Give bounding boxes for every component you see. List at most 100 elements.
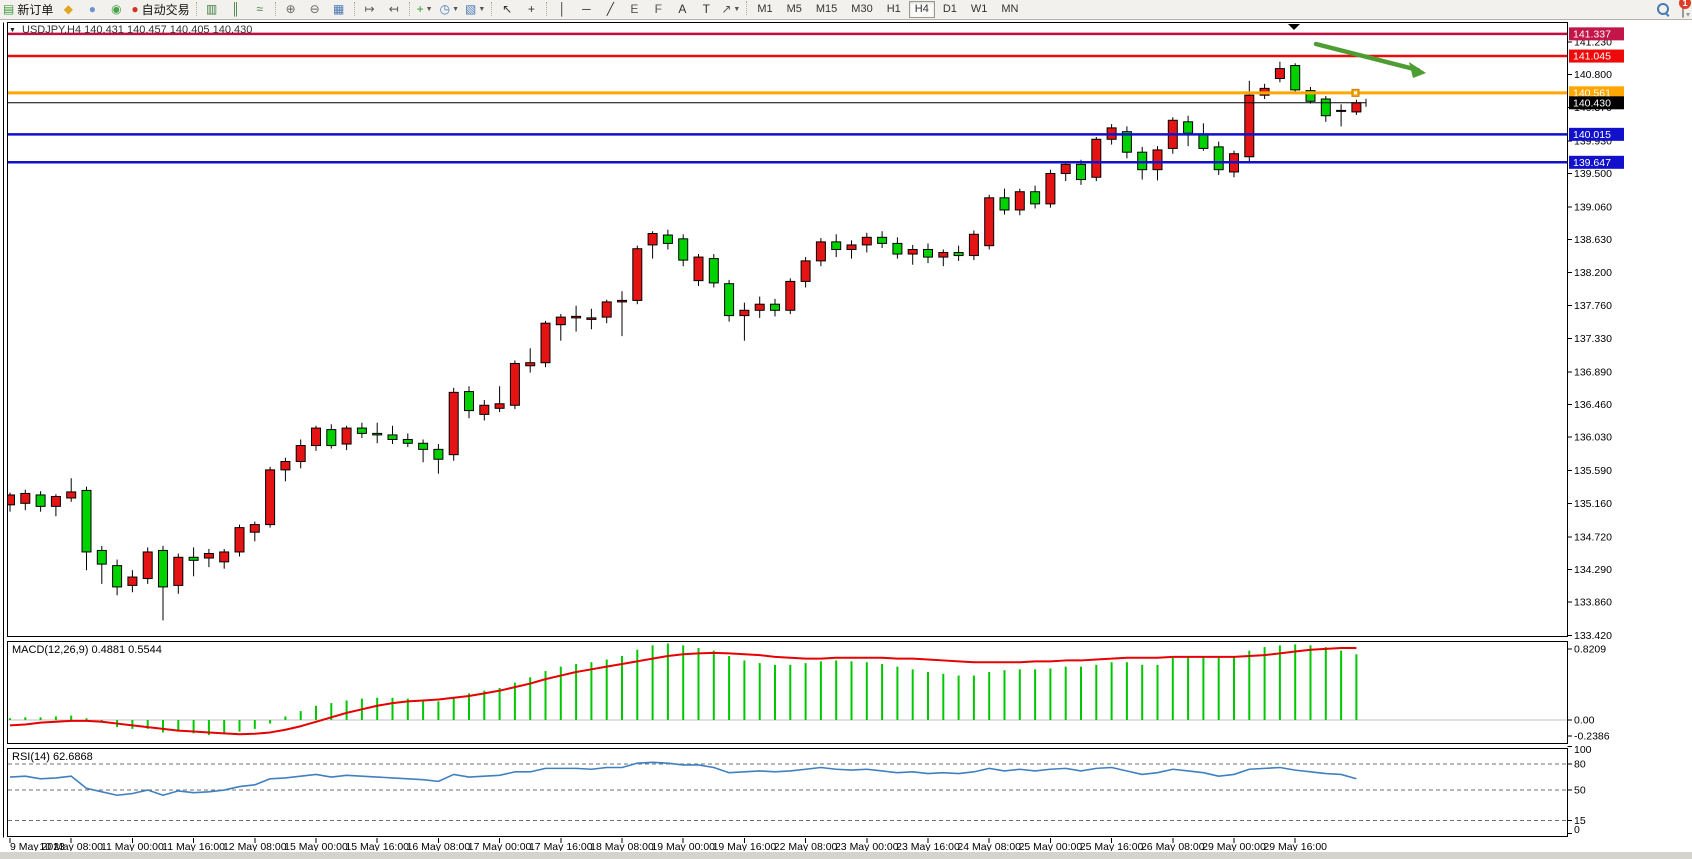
price-tick-label: 139.500	[1574, 168, 1612, 180]
zoom-out-icon: ⊖	[310, 1, 320, 18]
periods-button[interactable]: ◷▼	[438, 0, 461, 19]
timeframe-m15-button[interactable]: M15	[810, 1, 843, 18]
candle-body	[1015, 192, 1024, 210]
timeframe-h4-button[interactable]: H4	[909, 1, 935, 18]
candle-body	[725, 284, 734, 316]
line-chart-button[interactable]: ≈	[249, 0, 271, 19]
macd-axis-label: 0.00	[1574, 715, 1595, 727]
candle	[1291, 63, 1300, 93]
horizontal-line-button[interactable]: ─	[575, 0, 597, 19]
trendline-button[interactable]: ╱	[599, 0, 621, 19]
text-button[interactable]: A	[671, 0, 693, 19]
bars-chart-button[interactable]: ▥	[201, 0, 223, 19]
cursor-button[interactable]: ↖	[496, 0, 518, 19]
candle-body	[480, 405, 489, 414]
candle-body	[403, 439, 412, 443]
timeframe-h1-button[interactable]: H1	[881, 1, 907, 18]
candle-body	[1352, 103, 1361, 112]
channel-button[interactable]: E	[623, 0, 645, 19]
horizontal-line-icon: ─	[582, 1, 591, 18]
price-badge: 139.647	[1569, 156, 1624, 169]
price-tick-label: 137.330	[1574, 333, 1612, 345]
indicators-button[interactable]: +▼	[414, 0, 436, 19]
toolbar-separator	[275, 2, 276, 16]
zoom-out-button[interactable]: ⊖	[304, 0, 326, 19]
candle-body	[250, 525, 259, 533]
candle-body	[204, 553, 213, 558]
candlestick-chart-icon: ║	[231, 1, 240, 18]
rsi-axis-label: 0	[1574, 824, 1580, 836]
macd-label: MACD(12,26,9) 0.4881 0.5544	[12, 644, 162, 656]
arrows-button[interactable]: ↗▼	[719, 0, 742, 19]
autotrade-button-label: 自动交易	[142, 1, 190, 18]
indicators-icon: +	[417, 1, 424, 18]
fibonacci-button[interactable]: F	[647, 0, 669, 19]
price-tick-label: 135.590	[1574, 465, 1612, 477]
candle	[449, 388, 458, 461]
autotrade-button[interactable]: ●自动交易	[129, 0, 191, 19]
candle-body	[1199, 134, 1208, 148]
candle-body	[541, 323, 550, 363]
tile-windows-button[interactable]: ▦	[328, 0, 350, 19]
candle-body	[954, 253, 963, 256]
new-order-button[interactable]: ▤新订单	[1, 0, 55, 19]
candle-body	[1077, 164, 1086, 179]
price-tick-label: 135.160	[1574, 498, 1612, 510]
chart-shift-button[interactable]: ↤	[383, 0, 405, 19]
crosshair-button[interactable]: +	[520, 0, 542, 19]
candle-body	[939, 253, 948, 258]
candlestick-chart-button[interactable]: ║	[225, 0, 247, 19]
autotrade-icon: ●	[131, 1, 138, 18]
candle-body	[1214, 147, 1223, 170]
candle-body	[235, 528, 244, 552]
candle-body	[1138, 152, 1147, 169]
candle-body	[1337, 110, 1346, 111]
candle-body	[740, 310, 749, 315]
zoom-in-button[interactable]: ⊕	[280, 0, 302, 19]
auto-scroll-button[interactable]: ↦	[359, 0, 381, 19]
chart-area[interactable]: ▼USDJPY,H4 140.431 140.457 140.405 140.4…	[0, 0, 1692, 859]
price-tick-label: 133.420	[1574, 630, 1612, 642]
main-toolbar: ▤新订单◆●◉●自动交易▥║≈⊕⊖▦↦↤+▼◷▼▧▼↖+│─╱EFAT↗▼ M1…	[0, 0, 1692, 20]
templates-button[interactable]: ▧▼	[463, 0, 487, 19]
timeframe-m1-button[interactable]: M1	[751, 1, 778, 18]
candle-body	[1291, 66, 1300, 90]
timeframe-d1-button[interactable]: D1	[937, 1, 963, 18]
timeframe-mn-button[interactable]: MN	[995, 1, 1024, 18]
candle-body	[143, 552, 152, 579]
crosshair-icon: +	[528, 1, 535, 18]
candle-body	[648, 234, 657, 245]
candle-body	[296, 446, 305, 462]
timeframe-m5-button[interactable]: M5	[781, 1, 808, 18]
timeframe-m30-button[interactable]: M30	[845, 1, 878, 18]
timeframe-w1-button[interactable]: W1	[965, 1, 994, 18]
label-button[interactable]: T	[695, 0, 717, 19]
candle-body	[1184, 122, 1193, 133]
search-icon[interactable]	[1657, 3, 1670, 16]
candle-body	[495, 404, 504, 409]
price-badge-value: 141.337	[1573, 28, 1611, 40]
vertical-line-button[interactable]: │	[551, 0, 573, 19]
community-icon: ●	[89, 1, 96, 18]
candle-body	[893, 243, 902, 254]
metaeditor-button[interactable]: ◆	[57, 0, 79, 19]
community-button[interactable]: ●	[81, 0, 103, 19]
candle-body	[816, 242, 825, 261]
candle	[510, 360, 519, 409]
chat-button[interactable]: 1	[1682, 3, 1684, 17]
candle-body	[82, 490, 91, 552]
rsi-axis-label: 50	[1574, 785, 1586, 797]
toolbar-separator	[491, 2, 492, 16]
candle-body	[449, 392, 458, 454]
signals-button[interactable]: ◉	[105, 0, 127, 19]
candle-body	[1321, 99, 1330, 116]
candle-body	[1092, 139, 1101, 177]
dropdown-caret-icon: ▼	[426, 6, 433, 13]
candle-body	[862, 237, 871, 245]
candle-body	[97, 550, 106, 564]
candle-body	[1275, 69, 1284, 79]
price-badge: 141.045	[1569, 50, 1624, 63]
dropdown-caret-icon: ▼	[478, 6, 485, 13]
candle-body	[679, 239, 688, 260]
candle-body	[342, 428, 351, 444]
